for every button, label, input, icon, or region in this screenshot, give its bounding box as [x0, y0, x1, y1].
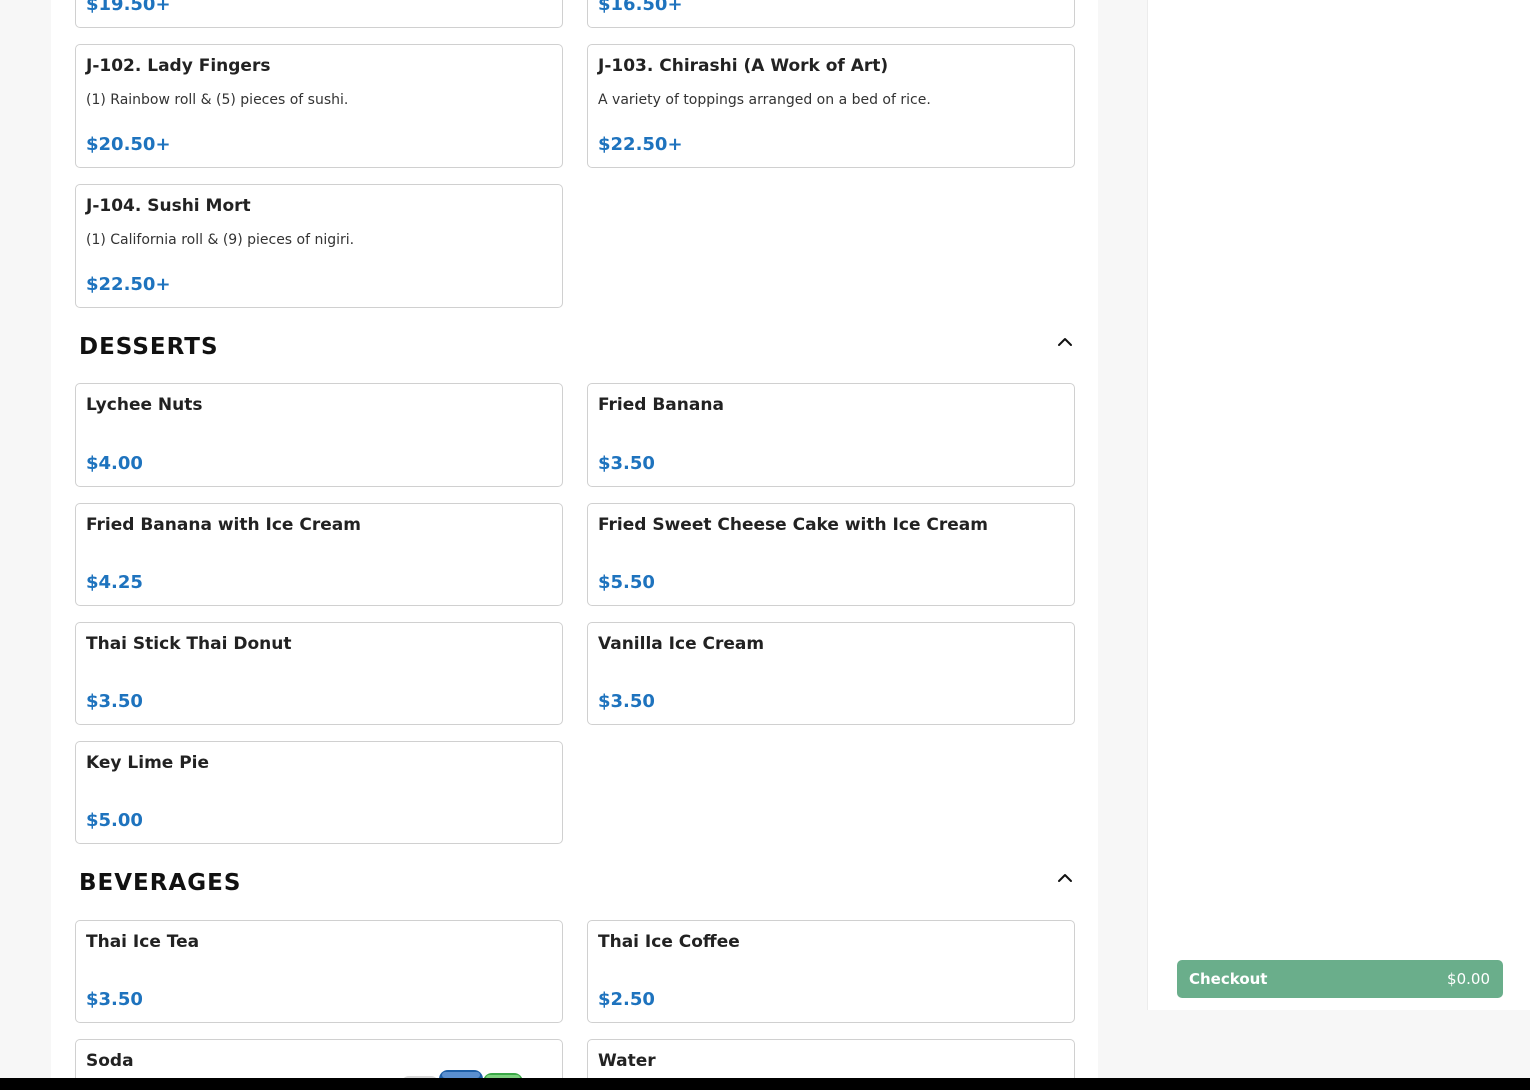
item-name: Vanilla Ice Cream	[598, 634, 765, 654]
menu-item-card[interactable]: Vanilla Ice Cream $3.50	[587, 622, 1075, 725]
item-price: $2.50	[598, 989, 655, 1010]
menu-item-card[interactable]: $19.50+	[75, 0, 563, 28]
item-price: $16.50+	[598, 0, 683, 15]
item-price: $5.00	[86, 810, 143, 831]
cart-panel: Checkout $0.00	[1147, 0, 1530, 1010]
section-title-beverages: BEVERAGES	[79, 870, 242, 896]
item-description: (1) California roll & (9) pieces of nigi…	[86, 232, 355, 248]
item-price: $19.50+	[86, 0, 171, 15]
item-price: $5.50	[598, 572, 655, 593]
item-description: A variety of toppings arranged on a bed …	[598, 92, 931, 108]
item-price: $22.50+	[598, 134, 683, 155]
cart-total: $0.00	[1447, 970, 1490, 988]
item-price: $3.50	[86, 989, 143, 1010]
menu-item-card[interactable]: Thai Stick Thai Donut $3.50	[75, 622, 563, 725]
item-name: Fried Banana with Ice Cream	[86, 515, 361, 535]
item-name: Lychee Nuts	[86, 395, 203, 415]
menu-panel: $19.50+ $16.50+ J-102. Lady Fingers (1) …	[51, 0, 1098, 1090]
bottom-bar	[0, 1078, 1530, 1090]
item-name: Thai Ice Tea	[86, 932, 200, 952]
item-price: $3.50	[86, 691, 143, 712]
menu-item-card[interactable]: Fried Sweet Cheese Cake with Ice Cream $…	[587, 503, 1075, 606]
item-name: J-102. Lady Fingers	[86, 56, 271, 76]
section-title-desserts: DESSERTS	[79, 334, 219, 360]
item-name: Water	[598, 1051, 656, 1071]
item-price: $3.50	[598, 691, 655, 712]
menu-item-card[interactable]: J-104. Sushi Mort (1) California roll & …	[75, 184, 563, 308]
item-price: $4.25	[86, 572, 143, 593]
chevron-up-icon[interactable]	[1054, 331, 1076, 353]
checkout-label: Checkout	[1189, 970, 1268, 988]
menu-item-card[interactable]: Fried Banana with Ice Cream $4.25	[75, 503, 563, 606]
chevron-up-icon[interactable]	[1054, 867, 1076, 889]
item-name: Fried Banana	[598, 395, 724, 415]
item-name: Fried Sweet Cheese Cake with Ice Cream	[598, 515, 988, 535]
menu-item-card[interactable]: Fried Banana $3.50	[587, 383, 1075, 487]
checkout-button[interactable]: Checkout $0.00	[1177, 960, 1503, 998]
menu-item-card[interactable]: J-102. Lady Fingers (1) Rainbow roll & (…	[75, 44, 563, 168]
menu-item-card[interactable]: Lychee Nuts $4.00	[75, 383, 563, 487]
item-price: $22.50+	[86, 274, 171, 295]
item-price: $3.50	[598, 453, 655, 474]
item-description: (1) Rainbow roll & (5) pieces of sushi.	[86, 92, 349, 108]
menu-item-card[interactable]: J-103. Chirashi (A Work of Art) A variet…	[587, 44, 1075, 168]
item-name: Soda	[86, 1051, 134, 1071]
item-price: $20.50+	[86, 134, 171, 155]
item-price: $4.00	[86, 453, 143, 474]
menu-item-card[interactable]: $16.50+	[587, 0, 1075, 28]
menu-item-card[interactable]: Thai Ice Coffee $2.50	[587, 920, 1075, 1023]
item-name: Thai Stick Thai Donut	[86, 634, 292, 654]
item-name: J-103. Chirashi (A Work of Art)	[598, 56, 889, 76]
item-name: J-104. Sushi Mort	[86, 196, 251, 216]
menu-item-card[interactable]: Key Lime Pie $5.00	[75, 741, 563, 844]
menu-item-card[interactable]: Thai Ice Tea $3.50	[75, 920, 563, 1023]
item-name: Thai Ice Coffee	[598, 932, 740, 952]
item-name: Key Lime Pie	[86, 753, 210, 773]
